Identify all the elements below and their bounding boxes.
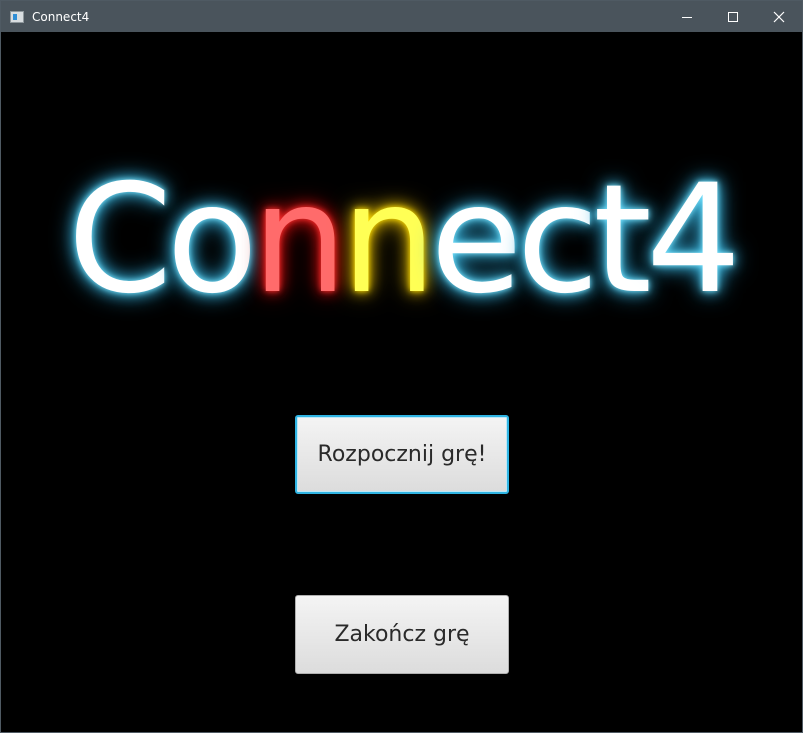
- logo-letter: e: [430, 153, 522, 327]
- logo-letter: C: [67, 153, 173, 327]
- quit-game-button[interactable]: Zakończ grę: [295, 595, 509, 674]
- title-bar[interactable]: Connect4: [1, 1, 802, 32]
- game-logo: Connect4: [1, 160, 802, 320]
- maximize-button[interactable]: [710, 1, 756, 32]
- logo-letter-yellow: n: [341, 153, 436, 327]
- close-icon: [773, 11, 785, 23]
- logo-letter: 4: [645, 153, 741, 327]
- close-button[interactable]: [756, 1, 802, 32]
- app-window: Connect4 Connect4 Rozpocznij grę! Zakońc…: [0, 0, 803, 733]
- start-game-button[interactable]: Rozpocznij grę!: [295, 415, 509, 494]
- logo-letter: c: [516, 153, 600, 327]
- logo-letter: o: [166, 153, 258, 327]
- minimize-icon: [682, 17, 692, 18]
- logo-letter-red: n: [252, 153, 347, 327]
- main-content: Connect4 Rozpocznij grę! Zakończ grę: [1, 32, 802, 732]
- logo-letter: t: [593, 153, 652, 327]
- app-icon: [10, 11, 24, 23]
- window-title: Connect4: [32, 10, 90, 24]
- minimize-button[interactable]: [664, 1, 710, 32]
- maximize-icon: [728, 12, 738, 22]
